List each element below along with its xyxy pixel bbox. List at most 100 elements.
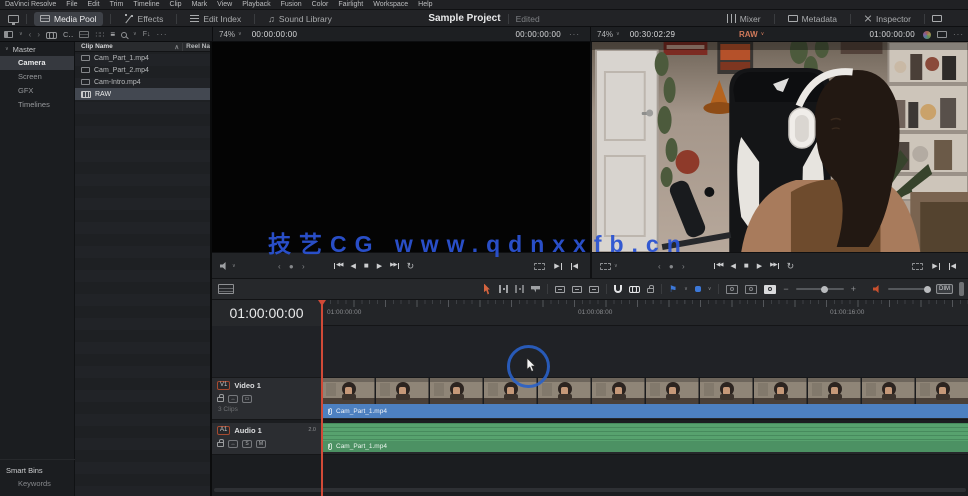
bin-pane-toggle-icon[interactable] — [4, 31, 13, 38]
video-track-badge[interactable]: V1 — [217, 380, 231, 390]
video-track-name[interactable]: Video 1 — [234, 381, 261, 390]
sort-chevron-icon[interactable]: ∧ — [174, 43, 179, 51]
dynamic-trim-mode-icon[interactable] — [515, 285, 524, 293]
stop-button[interactable]: ■ — [744, 262, 749, 270]
bin-item-timelines[interactable]: Timelines — [0, 98, 74, 112]
volume-slider[interactable] — [888, 285, 931, 293]
track-lock-icon[interactable] — [217, 438, 224, 447]
mute-audio-icon[interactable] — [873, 285, 879, 293]
column-clip-name[interactable]: Clip Name — [75, 43, 113, 50]
sort-icon[interactable]: F↓ — [143, 31, 151, 38]
strip-view-icon[interactable] — [79, 31, 90, 38]
chevron-down-icon[interactable]: ∨ — [614, 263, 618, 269]
forward-icon[interactable]: › — [37, 30, 40, 39]
media-clip-row[interactable]: Cam_Part_2.mp4 — [75, 64, 210, 76]
timeline-zoom-slider[interactable] — [795, 285, 844, 293]
video-clip-filmstrip[interactable] — [322, 378, 968, 404]
search-icon[interactable] — [121, 31, 128, 38]
audio-track-lane[interactable]: Cam_Part_1.mp4 — [322, 423, 968, 455]
viewer-mode-icon[interactable] — [600, 262, 611, 270]
go-to-start-button[interactable]: ◀◀ — [714, 263, 724, 269]
play-button[interactable]: ▶ — [757, 263, 762, 270]
playhead[interactable] — [318, 300, 326, 496]
solo-button[interactable]: S — [242, 440, 252, 448]
track-lock-icon[interactable] — [217, 393, 224, 402]
source-viewer[interactable] — [212, 42, 590, 252]
go-to-start-button[interactable]: ◀◀ — [334, 263, 344, 269]
bin-item-camera[interactable]: Camera — [0, 56, 74, 70]
inspector-button[interactable]: Inspector — [858, 12, 917, 26]
smart-bins-header[interactable]: Smart Bins — [0, 464, 75, 477]
bin-root-row[interactable]: ∨ Master — [0, 42, 74, 56]
play-button[interactable]: ▶ — [377, 263, 382, 270]
bin-item-screen[interactable]: Screen — [0, 70, 74, 84]
detail-zoom-icon[interactable] — [745, 284, 758, 294]
loop-button[interactable]: ↻ — [787, 261, 795, 271]
match-frame-icon[interactable] — [912, 262, 924, 270]
menu-item-timeline[interactable]: Timeline — [133, 1, 159, 8]
video-clip-bar[interactable]: Cam_Part_1.mp4 — [322, 404, 968, 418]
snapping-icon[interactable] — [614, 285, 622, 293]
cinema-viewer-icon[interactable] — [937, 31, 947, 38]
zoom-out-icon[interactable]: − — [783, 284, 788, 294]
chevron-down-icon[interactable]: ∨ — [19, 32, 23, 37]
zoom-in-icon[interactable]: + — [851, 284, 856, 294]
menu-item-view[interactable]: View — [217, 1, 232, 8]
razor-tool-icon[interactable] — [531, 285, 540, 293]
audio-clip-bar[interactable]: Cam_Part_1.mp4 — [322, 441, 968, 452]
ruler-ticks[interactable]: 01:00:00:00 01:00:08:00 01:00:16:00 — [322, 300, 968, 326]
more-options-icon[interactable]: ··· — [157, 30, 168, 39]
menu-item-edit[interactable]: Edit — [88, 1, 100, 8]
more-options-icon[interactable]: ··· — [569, 30, 580, 39]
chevron-down-icon[interactable]: ∨ — [708, 286, 712, 292]
flag-icon[interactable]: ⚑ — [669, 284, 677, 294]
timeline-zoom-select[interactable]: 74% — [597, 30, 613, 39]
timeline-view-options-icon[interactable] — [218, 284, 234, 294]
bin-item-gfx[interactable]: GFX — [0, 84, 74, 98]
stop-button[interactable]: ■ — [364, 262, 369, 270]
timeline-scrollbar[interactable] — [214, 488, 966, 492]
media-clip-row[interactable]: Cam_Part_1.mp4 — [75, 52, 210, 64]
program-viewer[interactable] — [590, 42, 968, 252]
match-frame-icon[interactable] — [534, 262, 546, 270]
overwrite-clip-icon[interactable] — [572, 285, 582, 293]
chevron-down-icon[interactable]: ∨ — [232, 263, 236, 269]
video-track-lane[interactable]: Cam_Part_1.mp4 — [322, 378, 968, 420]
play-to-out-icon[interactable]: ▶ — [554, 262, 562, 270]
audio-clip-waveform[interactable] — [322, 423, 968, 441]
menu-item-workspace[interactable]: Workspace — [373, 1, 408, 8]
scrollbar-thumb[interactable] — [959, 282, 964, 296]
back-icon[interactable]: ‹ — [29, 30, 32, 39]
replace-clip-icon[interactable] — [589, 285, 599, 293]
auto-select-icon[interactable]: ↔ — [228, 395, 238, 403]
track-enable-icon[interactable]: ▭ — [242, 395, 252, 403]
step-back-button[interactable]: ◀ — [350, 263, 355, 270]
full-extent-zoom-icon[interactable] — [726, 284, 739, 294]
column-divider[interactable] — [182, 42, 184, 51]
mixer-button[interactable]: Mixer — [721, 12, 767, 26]
menu-item-playback[interactable]: Playback — [242, 1, 270, 8]
metadata-button[interactable]: Metadata — [782, 12, 843, 26]
menu-item-color[interactable]: Color — [312, 1, 329, 8]
column-reel-name[interactable]: Reel Na — [186, 43, 210, 50]
menu-item-clip[interactable]: Clip — [170, 1, 182, 8]
menu-item-app[interactable]: DaVinci Resolve — [5, 1, 56, 8]
list-view-icon[interactable]: ≡ — [110, 30, 115, 39]
menu-item-help[interactable]: Help — [418, 1, 432, 8]
clone-tool-icon[interactable]: C‥ — [63, 30, 73, 39]
play-from-in-icon[interactable]: ◀ — [570, 262, 578, 270]
layout-toggle-icon[interactable] — [932, 15, 942, 22]
keywords-item[interactable]: Keywords — [0, 477, 75, 490]
menu-item-fusion[interactable]: Fusion — [281, 1, 302, 8]
media-clip-row[interactable]: Cam-Intro.mp4 — [75, 76, 210, 88]
mute-button[interactable]: M — [256, 440, 266, 448]
marker-icon[interactable] — [694, 286, 701, 292]
position-lock-icon[interactable] — [647, 285, 654, 293]
media-clip-row-selected[interactable]: RAW — [75, 88, 210, 100]
usage-icon[interactable] — [46, 31, 58, 39]
menu-item-fairlight[interactable]: Fairlight — [338, 1, 363, 8]
thumbnail-view-icon[interactable]: ∷∷ — [95, 31, 104, 39]
timeline-name-dropdown[interactable]: RAW — [739, 30, 758, 39]
play-to-out-icon[interactable]: ▶ — [932, 262, 940, 270]
step-back-button[interactable]: ◀ — [730, 263, 735, 270]
